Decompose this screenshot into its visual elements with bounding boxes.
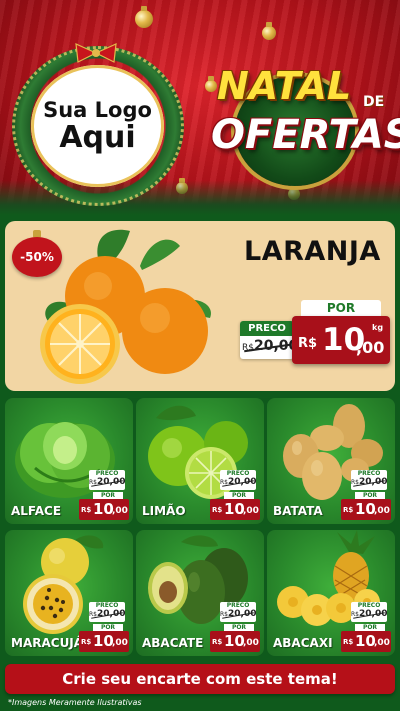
product-card-batata[interactable]: BATATA PRECO R$20,00 POR R$ 10 ,00 — [267, 398, 395, 524]
new-price-integer: 10 — [355, 500, 376, 518]
product-name: ABACATE — [142, 636, 204, 650]
new-price-decimal: ,00 — [356, 338, 385, 357]
new-price-tag: R$ 10 ,00 kg — [292, 316, 390, 364]
disclaimer-text: *Imagens Meramente Ilustrativas — [8, 698, 142, 707]
new-price-currency: R$ — [212, 638, 223, 646]
product-card-maracuja[interactable]: MARACUJÁ PRECO R$20,00 POR R$ 10 ,00 — [5, 530, 133, 656]
logo-text-line2: Aqui — [59, 119, 136, 155]
old-price-tag: PRECO R$20,00 — [220, 470, 256, 490]
ornament-icon — [135, 6, 153, 28]
new-price-tag: R$ 10 ,00 — [210, 631, 260, 652]
create-flyer-button[interactable]: Crie seu encarte com este tema! — [5, 664, 395, 694]
preco-label: PRECO — [357, 470, 381, 477]
product-card-alface[interactable]: ALFACE PRECO R$20,00 POR R$ 10 ,00 — [5, 398, 133, 524]
old-price: R$20,00 — [89, 609, 125, 619]
old-price: R$20,00 — [351, 609, 387, 619]
product-card-limao[interactable]: LIMÃO PRECO R$20,00 POR R$ 10 ,00 — [136, 398, 264, 524]
new-price-currency: R$ — [343, 638, 354, 646]
new-price-integer: 10 — [224, 632, 245, 650]
preco-label: PRECO — [226, 602, 250, 609]
old-price: R$20,00 — [242, 338, 298, 354]
new-price-tag: R$ 10 ,00 — [210, 499, 260, 520]
new-price-decimal: ,00 — [243, 638, 259, 648]
bow-icon — [75, 43, 117, 63]
new-price-decimal: ,00 — [112, 506, 128, 516]
ornament-icon — [262, 22, 276, 40]
preco-label: PRECO — [226, 470, 250, 477]
old-price-tag: PRECO R$20,00 — [89, 602, 125, 622]
preco-label: PRECO — [240, 321, 294, 336]
price-unit: kg — [372, 323, 384, 332]
title-de: DE — [363, 94, 385, 110]
new-price-integer: 10 — [93, 632, 114, 650]
old-price-tag: PRECO R$20,00 — [240, 321, 298, 359]
product-name: ALFACE — [11, 504, 62, 518]
price-tag: PRECO R$20,00 POR R$ 10 ,00 — [341, 602, 391, 652]
product-card-abacaxi[interactable]: ABACAXI PRECO R$20,00 POR R$ 10 ,00 — [267, 530, 395, 656]
product-name: MARACUJÁ — [11, 636, 84, 650]
flyer: Sua Logo Aqui NATAL DE OFERTAS -50% LARA… — [0, 0, 400, 711]
discount-badge: -50% — [12, 237, 62, 277]
old-price: R$20,00 — [89, 477, 125, 487]
old-price: R$20,00 — [351, 477, 387, 487]
new-price-tag: R$ 10 ,00 — [79, 631, 129, 652]
featured-product-name: LARANJA — [244, 236, 381, 267]
preco-label: PRECO — [95, 602, 119, 609]
logo-text-line1: Sua Logo — [43, 97, 152, 122]
price-tag: PRECO R$20,00 POR R$ 10 ,00 — [79, 602, 129, 652]
title-natal: NATAL — [217, 64, 352, 108]
new-price-decimal: ,00 — [243, 506, 259, 516]
new-price-currency: R$ — [81, 638, 92, 646]
price-tag: PRECO R$20,00 POR R$ 10 ,00 — [79, 470, 129, 520]
title-ofertas: OFERTAS — [211, 112, 400, 158]
new-price-tag: R$ 10 ,00 — [79, 499, 129, 520]
preco-label: PRECO — [357, 602, 381, 609]
product-name: LIMÃO — [142, 504, 186, 518]
old-price-tag: PRECO R$20,00 — [351, 602, 387, 622]
new-price-decimal: ,00 — [112, 638, 128, 648]
old-price: R$20,00 — [220, 477, 256, 487]
preco-label: PRECO — [95, 470, 119, 477]
logo-placeholder[interactable]: Sua Logo Aqui — [31, 65, 164, 187]
new-price-currency: R$ — [81, 506, 92, 514]
new-price-integer: 10 — [224, 500, 245, 518]
natal-de-ofertas-title: NATAL DE OFERTAS — [205, 58, 400, 208]
product-name: BATATA — [273, 504, 323, 518]
product-card-abacate[interactable]: ABACATE PRECO R$20,00 POR R$ 10 ,00 — [136, 530, 264, 656]
header-banner: Sua Logo Aqui NATAL DE OFERTAS — [0, 0, 400, 215]
new-price-tag: R$ 10 ,00 — [341, 631, 391, 652]
new-price-decimal: ,00 — [374, 638, 390, 648]
old-price: R$20,00 — [220, 609, 256, 619]
old-price-tag: PRECO R$20,00 — [89, 470, 125, 490]
price-tag: PRECO R$20,00 POR R$ 10 ,00 — [341, 470, 391, 520]
por-label: POR — [301, 300, 381, 317]
new-price-currency: R$ — [343, 506, 354, 514]
price-tag: PRECO R$20,00 POR R$ 10 ,00 — [210, 470, 260, 520]
new-price-decimal: ,00 — [374, 506, 390, 516]
new-price-currency: R$ — [212, 506, 223, 514]
old-price-tag: PRECO R$20,00 — [351, 470, 387, 490]
old-price-tag: PRECO R$20,00 — [220, 602, 256, 622]
new-price-integer: 10 — [355, 632, 376, 650]
price-tag: PRECO R$20,00 POR R$ 10 ,00 — [210, 602, 260, 652]
new-price-tag: R$ 10 ,00 — [341, 499, 391, 520]
product-name: ABACAXI — [273, 636, 333, 650]
new-price-currency: R$ — [298, 336, 318, 351]
new-price-integer: 10 — [93, 500, 114, 518]
